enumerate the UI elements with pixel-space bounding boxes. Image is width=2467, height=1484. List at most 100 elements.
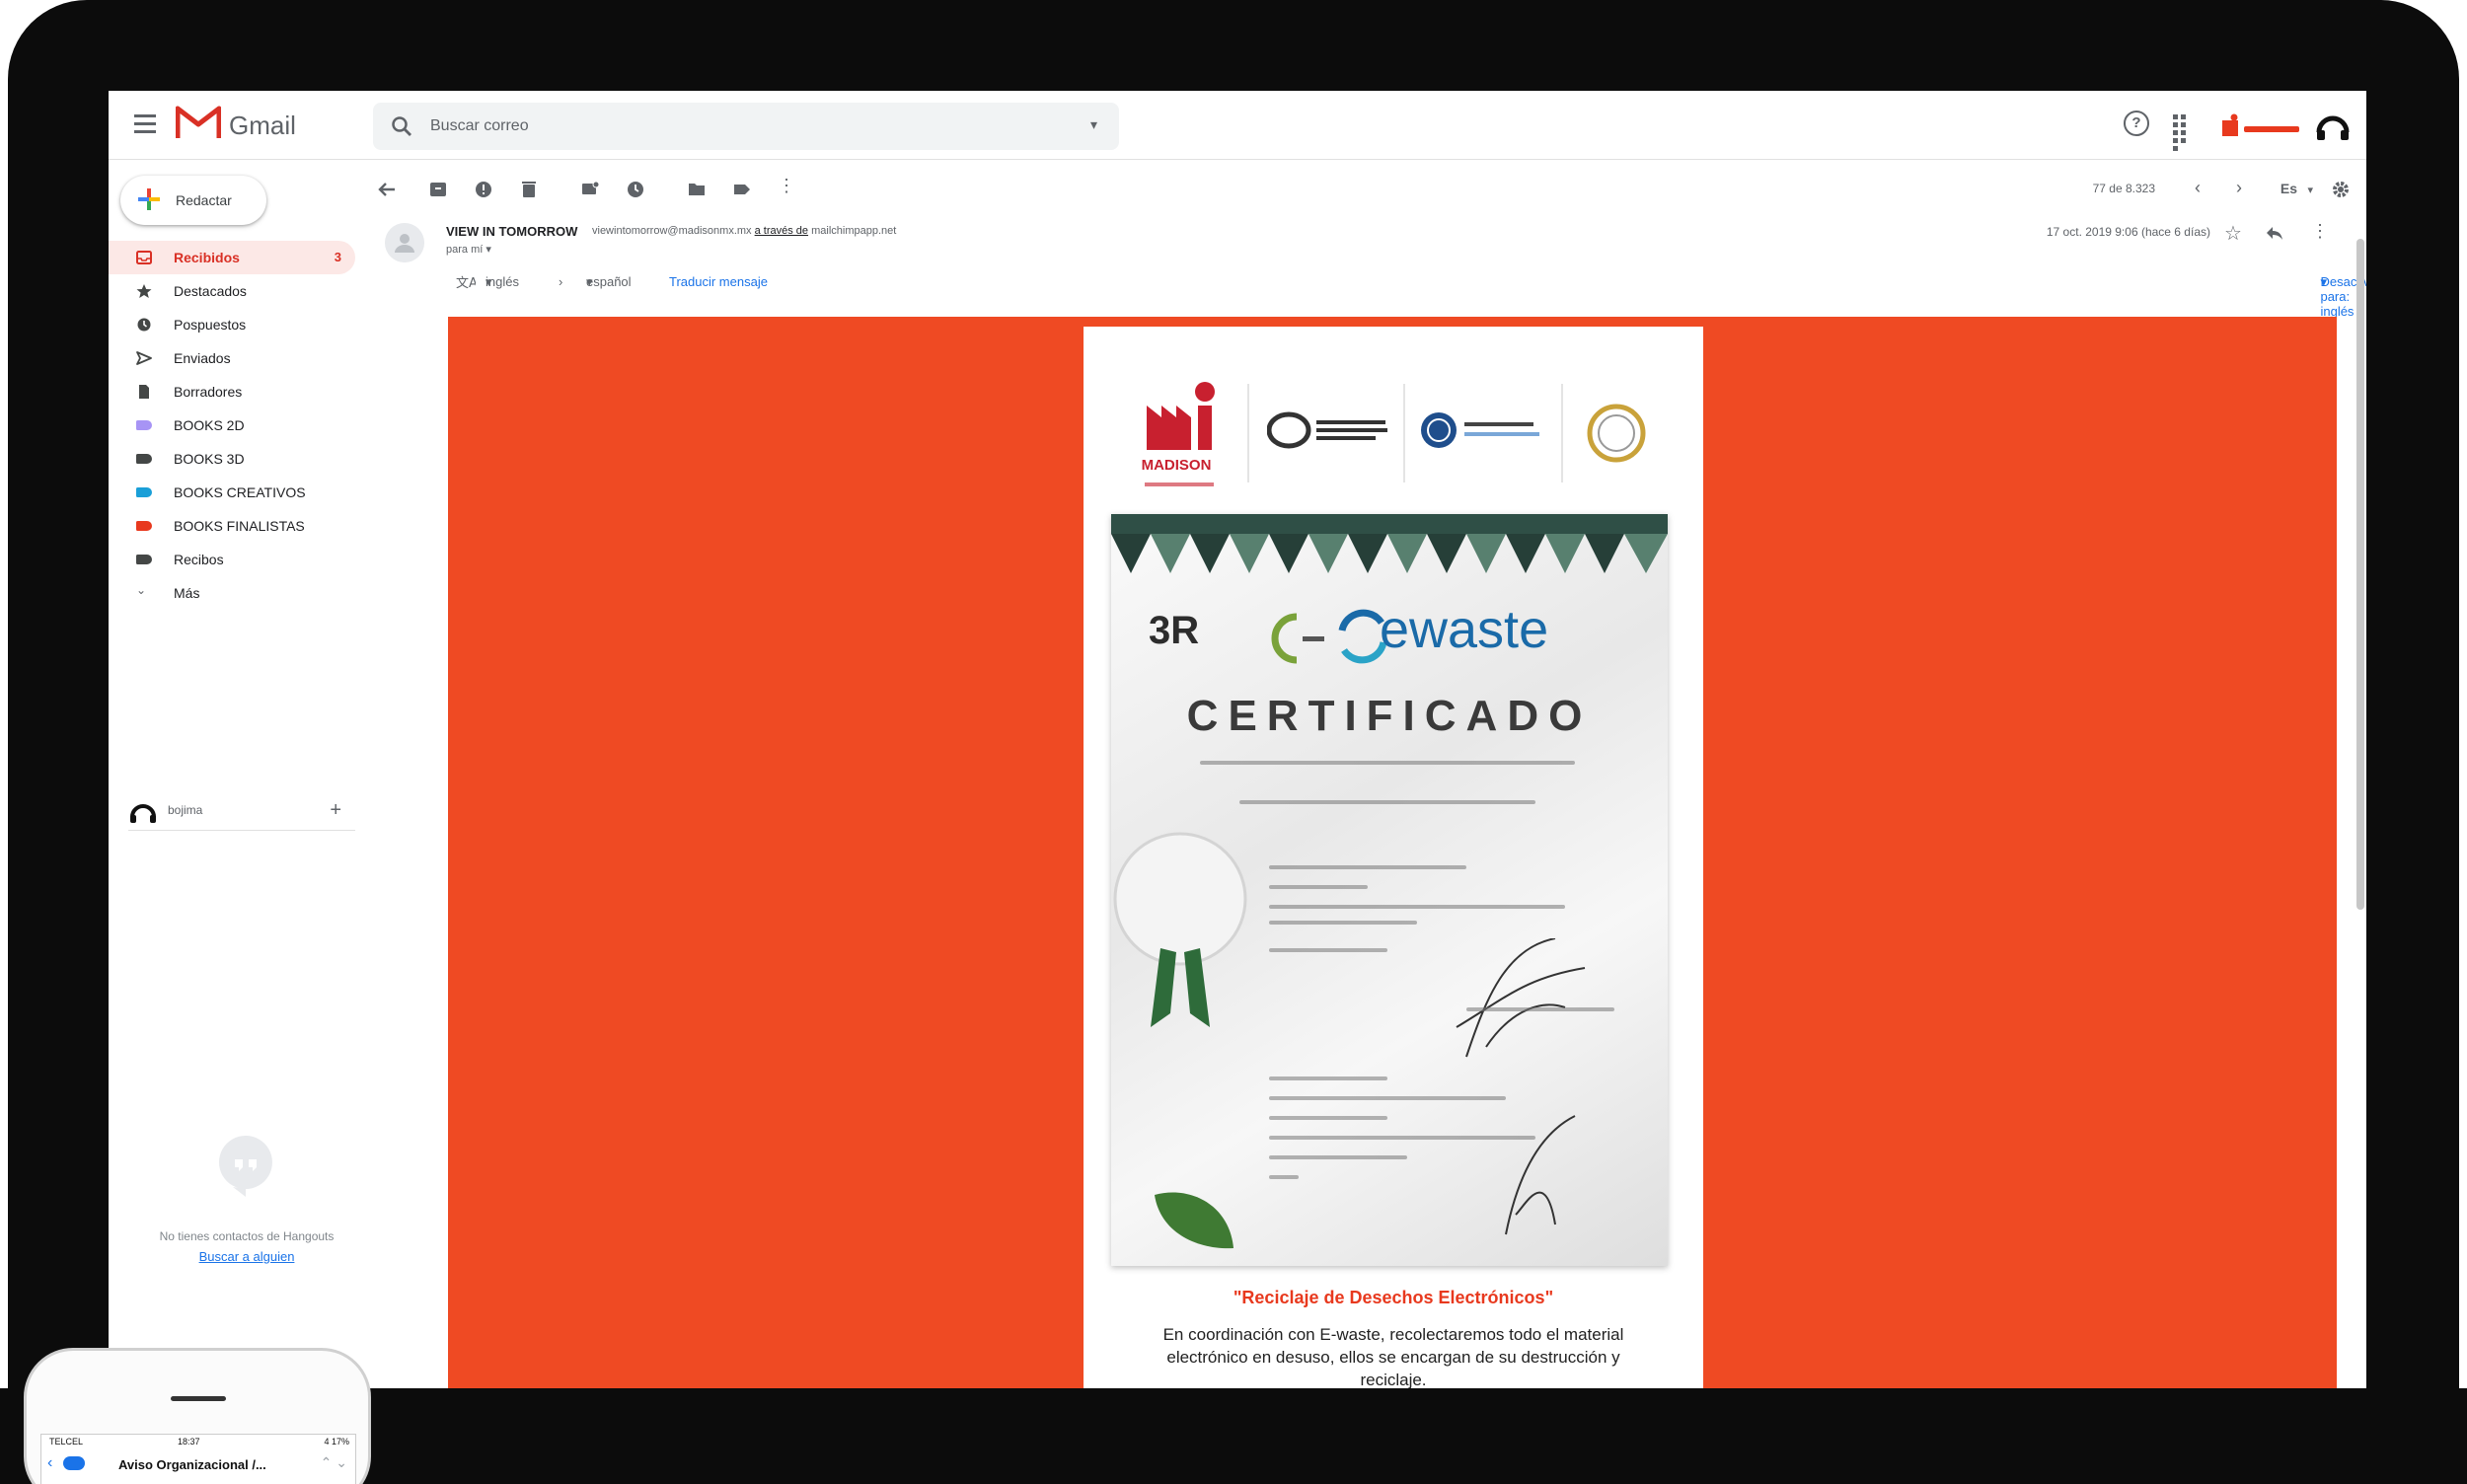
target-language-dropdown[interactable]: español ▾: [586, 274, 632, 290]
translate-bar: 文A inglés ▾ › español ▾ Traducir mensaje…: [456, 274, 2366, 319]
phone-mail-subject: Aviso Organizacional /...: [118, 1457, 266, 1472]
newsletter-body-text: En coordinación con E-waste, recolectare…: [1162, 1325, 1624, 1388]
back-arrow-icon[interactable]: [377, 180, 397, 199]
label-as-icon[interactable]: [732, 180, 752, 199]
sidebar-item-recibos[interactable]: Recibos: [109, 543, 355, 576]
sidebar-item-label: Destacados: [174, 283, 247, 299]
hangouts-user[interactable]: bojima: [168, 803, 202, 817]
sidebar-item-label: BOOKS 2D: [174, 417, 245, 433]
sender-email-address: viewintomorrow@madisonmx.mx: [592, 225, 752, 237]
input-tools-button[interactable]: Es: [2280, 181, 2297, 196]
via-domain: mailchimpapp.net: [811, 225, 897, 237]
certificate-text-line: [1269, 921, 1417, 925]
translate-message-link[interactable]: Traducir mensaje: [669, 274, 768, 289]
phone-time: 18:37: [178, 1437, 200, 1447]
sidebar-item-drafts[interactable]: Borradores: [109, 375, 355, 408]
sidebar-item-books-3d[interactable]: BOOKS 3D: [109, 442, 355, 476]
account-brand-logo-icon[interactable]: [2220, 112, 2303, 138]
more-options-icon[interactable]: ⋮: [778, 176, 797, 195]
sidebar-item-starred[interactable]: Destacados: [109, 274, 355, 308]
sender-avatar-icon[interactable]: [385, 223, 424, 262]
madison-logo-text: MADISON: [1141, 457, 1212, 474]
sidebar-item-snoozed[interactable]: Pospuestos: [109, 308, 355, 341]
inbox-icon: [136, 251, 152, 264]
account-avatar-icon[interactable]: [2313, 105, 2353, 144]
empresa-responsable-logo-icon: [1267, 411, 1387, 449]
signature-icon: [1456, 938, 1586, 1058]
sidebar-item-inbox[interactable]: Recibidos 3: [109, 241, 355, 274]
message-more-icon[interactable]: ⋮: [2311, 221, 2329, 242]
report-spam-icon[interactable]: [474, 180, 493, 199]
recipient-to-me[interactable]: para mí ▾: [446, 243, 491, 256]
certificate-text-line: [1200, 761, 1575, 765]
snooze-icon[interactable]: [626, 180, 645, 199]
apps-grid-icon[interactable]: [2171, 112, 2193, 151]
star-icon[interactable]: ☆: [2224, 221, 2242, 246]
new-conversation-plus-icon[interactable]: +: [330, 799, 341, 822]
sidebar-item-books-2d[interactable]: BOOKS 2D: [109, 408, 355, 442]
hangouts-avatar-icon[interactable]: [128, 797, 158, 827]
message-toolbar: ⋮ 77 de 8.323 ‹ › Es ▾: [369, 160, 2366, 219]
search-icon[interactable]: [391, 115, 412, 137]
phone-screen: TELCEL 18:37 4 17% ‹ Aviso Organizaciona…: [40, 1434, 356, 1484]
search-options-icon[interactable]: ▾: [1090, 116, 1097, 133]
delete-icon[interactable]: [519, 180, 539, 199]
archive-icon[interactable]: [428, 180, 448, 199]
certificate-border-pattern-icon: [1111, 514, 1668, 573]
translate-icon: 文A: [456, 276, 476, 291]
sidebar-nav: Recibidos 3 Destacados Pospuestos Enviad…: [109, 241, 355, 610]
phone-mail-badge-icon[interactable]: [63, 1456, 85, 1470]
disable-translation-link[interactable]: Desactivar para: inglés ▾: [2320, 274, 2366, 319]
phone-speaker: [171, 1396, 226, 1401]
next-message-icon[interactable]: ›: [2236, 178, 2242, 198]
sidebar-item-label: Enviados: [174, 350, 231, 366]
main-menu-icon[interactable]: [134, 114, 156, 133]
sidebar-item-books-finalistas[interactable]: BOOKS FINALISTAS: [109, 509, 355, 543]
email-body: MADISON 3R ewaste CERTIFICADO "Reciclaje…: [448, 317, 2337, 1388]
find-someone-link[interactable]: Buscar a alguien: [128, 1249, 365, 1264]
message-scrollbar[interactable]: [2356, 239, 2364, 910]
svg-text:文A: 文A: [456, 276, 476, 291]
sidebar-item-more[interactable]: ⌄ Más: [109, 576, 355, 610]
certificate-text-line: [1269, 1076, 1387, 1080]
via-link[interactable]: a través de: [755, 225, 808, 237]
move-to-icon[interactable]: [687, 180, 707, 199]
ewaste-logo-text: ewaste: [1380, 600, 1549, 659]
chevron-down-icon: ⌄: [136, 583, 147, 597]
previous-message-icon[interactable]: ‹: [2195, 178, 2201, 198]
search-input[interactable]: Buscar correo: [430, 117, 529, 135]
phone-prev-next-icon[interactable]: ⌃ ⌄: [321, 1454, 347, 1471]
certificate-text-line: [1269, 905, 1565, 909]
gmail-logo-text[interactable]: Gmail: [229, 111, 296, 141]
sidebar-item-label: Recibos: [174, 552, 224, 567]
mark-unread-icon[interactable]: [580, 180, 600, 199]
source-language-dropdown[interactable]: inglés ▾: [486, 274, 519, 290]
logo-divider: [1403, 384, 1405, 482]
sidebar-item-sent[interactable]: Enviados: [109, 341, 355, 375]
translate-arrow-icon: ›: [559, 274, 563, 289]
sidebar-item-books-creativos[interactable]: BOOKS CREATIVOS: [109, 476, 355, 509]
certificate-text-line: [1269, 1116, 1387, 1120]
label-icon: [136, 555, 152, 564]
sidebar-item-label: Pospuestos: [174, 317, 247, 333]
phone-back-icon[interactable]: ‹: [47, 1454, 52, 1472]
certificate-text-line: [1466, 1007, 1614, 1011]
compose-plus-icon: [138, 188, 160, 210]
phone-mockup: TELCEL 18:37 4 17% ‹ Aviso Organizaciona…: [24, 1348, 371, 1484]
label-icon: [136, 521, 152, 531]
search-box[interactable]: Buscar correo ▾: [373, 103, 1119, 150]
gmail-logo-icon[interactable]: [176, 105, 221, 140]
3r-logo-text: 3R: [1149, 609, 1200, 652]
reply-icon[interactable]: [2266, 225, 2283, 241]
source-language: inglés: [486, 274, 519, 289]
compose-button[interactable]: Redactar: [120, 176, 266, 225]
un-global-compact-logo-icon: [1421, 412, 1539, 448]
certificate-text-line: [1269, 1175, 1299, 1179]
phone-mail-nav: ‹ Aviso Organizacional /... ⌃ ⌄: [41, 1452, 357, 1476]
gmail-window: Gmail Buscar correo ▾ ? Redactar Recibid…: [109, 91, 2366, 1388]
input-tools-chevron-icon[interactable]: ▾: [2307, 184, 2313, 196]
settings-gear-icon[interactable]: [2331, 180, 2351, 199]
help-icon[interactable]: ?: [2124, 111, 2149, 136]
sidebar-item-label: Más: [174, 585, 200, 601]
newsletter-headline: "Reciclaje de Desechos Electrónicos": [1233, 1288, 1554, 1307]
